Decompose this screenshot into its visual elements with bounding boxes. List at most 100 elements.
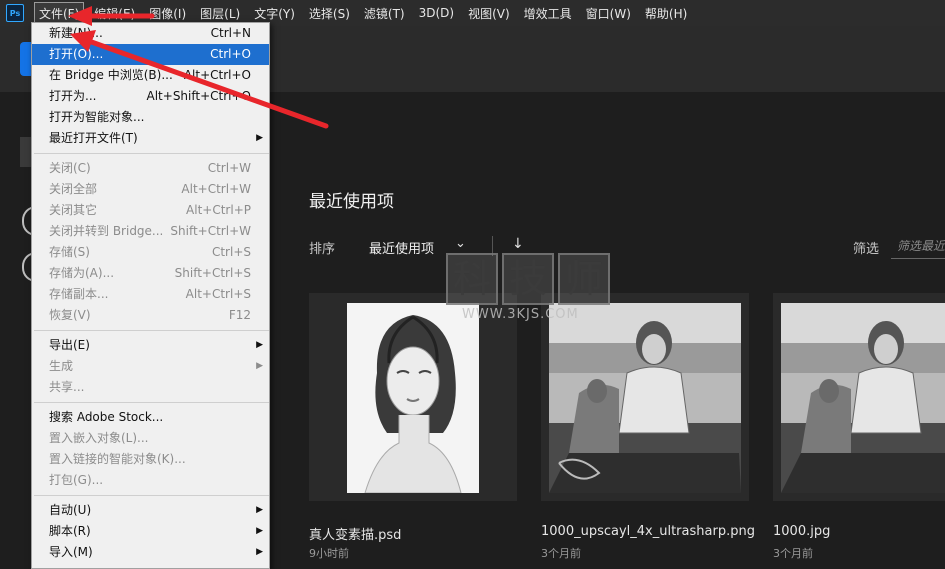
file-menu-item-shortcut: Alt+Shift+Ctrl+O <box>146 89 251 103</box>
file-menu-item-label: 关闭其它 <box>49 203 98 217</box>
file-menu-item: 置入嵌入对象(L)... <box>32 428 269 449</box>
file-menu-item-label: 搜索 Adobe Stock... <box>49 410 164 424</box>
file-menu-item: 关闭其它 Alt+Ctrl+P <box>32 200 269 221</box>
file-menu-item-label: 导入(M) <box>49 545 93 559</box>
file-menu-item: 打包(G)... <box>32 470 269 491</box>
file-name: 真人变素描.psd <box>309 528 402 543</box>
file-menu-item-shortcut: Ctrl+O <box>210 47 251 61</box>
file-menu-item-label: 置入嵌入对象(L)... <box>49 431 149 445</box>
menu-layer[interactable]: 图层(L) <box>196 3 244 24</box>
watermark-char: 技 <box>502 253 554 305</box>
file-menu-item-shortcut: Alt+Ctrl+P <box>186 203 251 217</box>
chevron-down-icon[interactable]: ⌄ <box>455 236 466 251</box>
menu-separator <box>34 153 269 154</box>
file-menu-item-label: 新建(N)... <box>49 26 103 40</box>
file-menu-item[interactable]: 在 Bridge 中浏览(B)... Alt+Ctrl+O <box>32 65 269 86</box>
file-menu-item-shortcut: Shift+Ctrl+W <box>170 224 251 238</box>
file-menu-item[interactable]: 打开为智能对象... <box>32 107 269 128</box>
file-menu-item-label: 关闭并转到 Bridge... <box>49 224 164 238</box>
menu-separator <box>34 495 269 496</box>
recent-file-card[interactable] <box>541 293 749 501</box>
menu-edit[interactable]: 编辑(E) <box>90 3 139 24</box>
file-menu-item-label: 存储(S) <box>49 245 90 259</box>
file-menu-item: 关闭并转到 Bridge... Shift+Ctrl+W <box>32 221 269 242</box>
submenu-arrow-icon: ▶ <box>256 133 263 143</box>
file-menu-item[interactable]: 新建(N)... Ctrl+N <box>32 23 269 44</box>
file-menu-item-shortcut: Ctrl+S <box>211 245 251 259</box>
file-menu-item: 恢复(V) F12 <box>32 305 269 326</box>
file-time: 9小时前 <box>309 547 349 560</box>
file-menu-item-shortcut: F12 <box>228 308 251 322</box>
file-menu-item-label: 恢复(V) <box>49 308 91 322</box>
file-menu-item-shortcut: Shift+Ctrl+S <box>174 266 251 280</box>
file-menu-item[interactable]: 打开(O)... Ctrl+O <box>32 44 269 65</box>
file-menu-item-label: 打开(O)... <box>49 47 104 61</box>
file-menu-item-shortcut: Ctrl+N <box>210 26 251 40</box>
recent-file-card[interactable] <box>773 293 945 501</box>
file-menu-item: 共享... <box>32 377 269 398</box>
watermark-char: 科 <box>446 253 498 305</box>
file-menu-item: 关闭全部 Alt+Ctrl+W <box>32 179 269 200</box>
file-menu-item: 存储(S) Ctrl+S <box>32 242 269 263</box>
menu-select[interactable]: 选择(S) <box>305 3 354 24</box>
file-menu-item-label: 打开为... <box>49 89 97 103</box>
file-time: 3个月前 <box>773 547 813 560</box>
file-menu-item: 存储为(A)... Shift+Ctrl+S <box>32 263 269 284</box>
recent-file-card[interactable] <box>309 293 517 501</box>
file-menu-item: 生成 ▶ <box>32 356 269 377</box>
file-name: 1000.jpg <box>773 524 831 539</box>
file-menu-item-label: 共享... <box>49 380 85 394</box>
watermark-char: 师 <box>558 253 610 305</box>
file-menu-item[interactable]: 最近打开文件(T) ▶ <box>32 128 269 149</box>
menu-window[interactable]: 窗口(W) <box>582 3 635 24</box>
watermark-url: WWW.3KJS.COM <box>462 307 579 322</box>
file-menu-item-label: 脚本(R) <box>49 524 91 538</box>
menu-help[interactable]: 帮助(H) <box>641 3 691 24</box>
file-menu-item-shortcut: Alt+Ctrl+O <box>183 68 251 82</box>
file-menu-item-label: 打包(G)... <box>49 473 104 487</box>
submenu-arrow-icon: ▶ <box>256 526 263 536</box>
submenu-arrow-icon: ▶ <box>256 340 263 350</box>
menu-plugins[interactable]: 增效工具 <box>520 3 576 24</box>
file-thumbnail <box>781 303 945 493</box>
recent-section-title: 最近使用项 <box>309 192 394 212</box>
file-menu-item[interactable]: 导入(M) ▶ <box>32 542 269 563</box>
menu-3d[interactable]: 3D(D) <box>415 4 458 22</box>
file-menu-item-label: 存储为(A)... <box>49 266 115 280</box>
menu-filter[interactable]: 滤镜(T) <box>360 3 409 24</box>
file-menu-item-label: 自动(U) <box>49 503 92 517</box>
file-menu-item[interactable]: 导出(E) ▶ <box>32 335 269 356</box>
menu-separator <box>34 402 269 403</box>
submenu-arrow-icon: ▶ <box>256 505 263 515</box>
sort-direction-arrow-icon[interactable]: ↓ <box>512 236 524 252</box>
file-menu-item-label: 关闭(C) <box>49 161 91 175</box>
file-thumbnail <box>549 303 741 493</box>
file-menu-item-shortcut: Alt+Ctrl+W <box>181 182 251 196</box>
menu-image[interactable]: 图像(I) <box>145 3 190 24</box>
file-name: 1000_upscayl_4x_ultrasharp.png <box>541 524 755 539</box>
sort-dropdown[interactable]: 最近使用项 <box>369 238 434 257</box>
menu-type[interactable]: 文字(Y) <box>250 3 299 24</box>
file-menu-item[interactable]: 搜索 Adobe Stock... <box>32 407 269 428</box>
file-menu-item: 置入链接的智能对象(K)... <box>32 449 269 470</box>
filter-input[interactable]: 筛选最近 <box>891 233 945 259</box>
file-menu-item: 存储副本... Alt+Ctrl+S <box>32 284 269 305</box>
file-menu-item-shortcut: Ctrl+W <box>207 161 251 175</box>
photoshop-logo: Ps <box>6 4 24 22</box>
file-menu-item-label: 存储副本... <box>49 287 109 301</box>
filter-label: 筛选 <box>853 242 880 257</box>
file-menu-item-label: 生成 <box>49 359 74 373</box>
menu-view[interactable]: 视图(V) <box>464 3 514 24</box>
file-menu-item[interactable]: 自动(U) ▶ <box>32 500 269 521</box>
file-menu-item[interactable]: 脚本(R) ▶ <box>32 521 269 542</box>
file-thumbnail <box>347 303 479 493</box>
watermark-logo: 科技师 WWW.3KJS.COM <box>446 253 614 322</box>
file-menu-item-label: 关闭全部 <box>49 182 98 196</box>
file-menu-item: 关闭(C) Ctrl+W <box>32 158 269 179</box>
file-menu-item-label: 最近打开文件(T) <box>49 131 138 145</box>
file-menu-item-label: 置入链接的智能对象(K)... <box>49 452 186 466</box>
file-menu-item-label: 打开为智能对象... <box>49 110 145 124</box>
menu-separator <box>34 330 269 331</box>
submenu-arrow-icon: ▶ <box>256 547 263 557</box>
file-menu-item[interactable]: 打开为... Alt+Shift+Ctrl+O <box>32 86 269 107</box>
